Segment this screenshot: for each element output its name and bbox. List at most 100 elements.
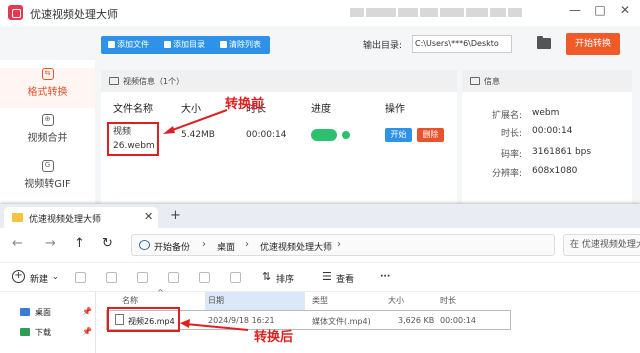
info-value-ext: webm (532, 108, 560, 118)
file-type-cell: 媒体文件(.mp4) (312, 317, 371, 326)
clear-list-button[interactable]: 清除列表 (217, 36, 261, 54)
info-key-resolution: 分辨率: (491, 169, 522, 179)
image-icon (109, 77, 119, 85)
chevron-right-icon: › (245, 239, 249, 250)
file-toolbar: 添加文件 添加目录 清除列表 (101, 36, 270, 54)
info-key-ext: 扩展名: (491, 111, 522, 121)
tab-title: 优速视频处理大师 (29, 215, 102, 225)
sort-icon: ⇅ (262, 270, 272, 283)
app-titlebar: 优速视频处理大师 — □ ✕ (0, 0, 640, 26)
explorer-tab[interactable]: 优速视频处理大师 ✕ (4, 207, 158, 228)
convert-icon: ⇆ (41, 68, 54, 80)
new-button[interactable]: 新建 (30, 272, 48, 285)
annotation-arrow-icon (180, 319, 249, 331)
chevron-right-icon: › (337, 239, 341, 250)
delete-icon[interactable] (230, 272, 241, 283)
highlight-box (107, 307, 180, 332)
output-dir-field[interactable]: C:\Users\***6\Deskto (412, 35, 512, 53)
folder-icon (12, 213, 23, 222)
image-icon (470, 77, 480, 85)
video-duration-cell: 00:00:14 (246, 130, 287, 140)
new-tab-icon[interactable]: + (170, 208, 181, 223)
view-button[interactable]: 查看 (336, 272, 354, 285)
tab-close-icon[interactable]: ✕ (144, 210, 153, 223)
pin-icon: 📌 (82, 307, 92, 316)
converter-app-window: 优速视频处理大师 — □ ✕ ⇆ 格式转换 ⊕ 视频合并 G 视频转GIF 添加… (0, 0, 640, 205)
explorer-left-nav: 桌面 📌 下载 📌 (0, 292, 95, 353)
address-bar[interactable]: 开始备份 › 桌面 › 优速视频处理大师 › (131, 234, 555, 256)
breadcrumb-desktop[interactable]: 桌面 (217, 240, 235, 253)
refresh-icon[interactable]: ↻ (102, 236, 113, 251)
info-panel-title: 信息 (484, 77, 500, 86)
merge-icon: ⊕ (41, 114, 54, 126)
sidebar-item-label: 视频转GIF (24, 179, 71, 190)
col-duration[interactable]: 时长 (440, 292, 500, 310)
explorer-command-bar: + 新建 ⌄ ⇅ 排序 ☰ 查看 ··· (0, 262, 640, 292)
explorer-tabbar: 优速视频处理大师 ✕ + (0, 204, 640, 228)
breadcrumb-folder[interactable]: 优速视频处理大师 (260, 240, 332, 253)
app-logo-icon (8, 5, 23, 20)
close-button[interactable]: ✕ (615, 3, 635, 17)
info-value-duration: 00:00:14 (532, 126, 573, 136)
info-key-bitrate: 码率: (500, 150, 522, 160)
download-icon (20, 328, 30, 336)
file-explorer-window: 优速视频处理大师 ✕ + ← → ↑ ↻ 开始备份 › 桌面 › 优速视频处理大… (0, 204, 640, 353)
breadcrumb-backup[interactable]: 开始备份 (154, 240, 190, 253)
forward-arrow-icon[interactable]: → (45, 236, 56, 251)
folder-icon[interactable] (537, 36, 551, 49)
sidebar-item-video-to-gif[interactable]: G 视频转GIF (0, 160, 95, 200)
rename-icon[interactable] (168, 272, 179, 283)
col-type[interactable]: 类型 (312, 292, 382, 310)
gif-icon: G (41, 160, 54, 172)
view-icon: ☰ (322, 270, 332, 283)
col-filename: 文件名称 (113, 104, 153, 115)
video-panel-header: 视频信息（1个） (101, 70, 457, 92)
backup-icon (139, 240, 150, 250)
minimize-button[interactable]: — (565, 3, 585, 17)
col-size[interactable]: 大小 (388, 292, 433, 310)
sidebar-item-video-merge[interactable]: ⊕ 视频合并 (0, 114, 95, 154)
maximize-button[interactable]: □ (590, 3, 610, 17)
info-panel: 信息 扩展名: webm 时长: 00:00:14 码率: 3161861 bp… (462, 70, 632, 205)
explorer-search-input[interactable]: 在 优速视频处理大师 中搜索 (563, 234, 640, 256)
sidebar-item-format-convert[interactable]: ⇆ 格式转换 (0, 68, 95, 108)
add-folder-button[interactable]: 添加目录 (161, 36, 205, 54)
share-icon[interactable] (199, 272, 210, 283)
nav-item-desktop[interactable]: 桌面 (20, 307, 51, 318)
add-file-button[interactable]: 添加文件 (105, 36, 149, 54)
paste-icon[interactable] (137, 272, 148, 283)
more-button[interactable]: ··· (380, 272, 390, 282)
annotation-arrow-icon (163, 109, 228, 134)
sidebar-item-label: 格式转换 (27, 87, 68, 98)
desktop-icon (20, 308, 30, 316)
new-plus-icon[interactable]: + (12, 270, 25, 283)
explorer-navbar: ← → ↑ ↻ 开始备份 › 桌面 › 优速视频处理大师 › 在 优速视频处理大… (0, 228, 640, 262)
video-filename-cell: 视频26.webm (107, 122, 159, 156)
blurred-account-info (350, 8, 524, 20)
file-duration-cell: 00:00:14 (440, 316, 476, 325)
nav-item-label: 下载 (35, 328, 51, 337)
progress-toggle (311, 129, 337, 141)
chevron-down-icon: ⌄ (52, 272, 59, 281)
cut-icon[interactable] (75, 272, 86, 283)
check-icon (342, 131, 350, 139)
chevron-right-icon: › (202, 239, 206, 250)
copy-icon[interactable] (106, 272, 117, 283)
sort-button[interactable]: 排序 (276, 272, 294, 285)
col-progress: 进度 (311, 104, 331, 115)
output-dir-label: 输出目录: (363, 41, 403, 51)
up-arrow-icon[interactable]: ↑ (74, 236, 85, 251)
app-title: 优速视频处理大师 (30, 8, 118, 21)
divider (95, 292, 96, 353)
col-date[interactable]: 日期 (205, 292, 305, 310)
row-delete-button[interactable]: 删除 (417, 128, 444, 142)
info-value-resolution: 608x1080 (532, 166, 578, 176)
start-convert-button[interactable]: 开始转换 (566, 33, 620, 55)
app-sidebar: ⇆ 格式转换 ⊕ 视频合并 G 视频转GIF (0, 60, 95, 205)
info-key-duration: 时长: (500, 129, 522, 139)
row-start-button[interactable]: 开始 (385, 128, 412, 142)
nav-item-label: 桌面 (35, 308, 51, 317)
video-info-panel: 视频信息（1个） 文件名称 大小 时长 进度 操作 视频26.webm 5.42… (101, 70, 457, 205)
back-arrow-icon[interactable]: ← (12, 236, 23, 251)
nav-item-downloads[interactable]: 下载 (20, 327, 51, 338)
